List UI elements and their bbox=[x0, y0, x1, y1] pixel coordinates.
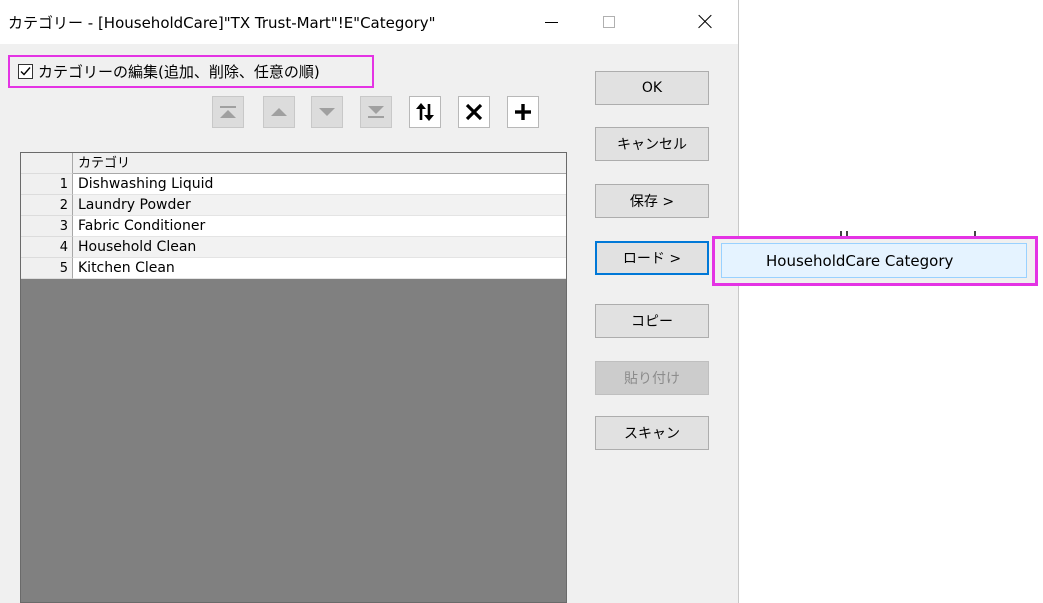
close-button[interactable] bbox=[676, 0, 734, 44]
add-icon bbox=[515, 104, 531, 120]
add-button[interactable] bbox=[507, 96, 539, 128]
copy-button[interactable]: コピー bbox=[595, 304, 709, 338]
close-icon bbox=[698, 15, 712, 29]
table-row[interactable]: 2 Laundry Powder bbox=[21, 195, 566, 216]
window-title: カテゴリー - [HouseholdCare]"TX Trust-Mart"!E… bbox=[8, 14, 436, 32]
load-button[interactable]: ロード > bbox=[595, 241, 709, 275]
edit-categories-checkbox[interactable]: カテゴリーの編集(追加、削除、任意の順) bbox=[8, 55, 374, 88]
move-up-icon bbox=[271, 108, 287, 116]
delete-button[interactable] bbox=[458, 96, 490, 128]
category-dialog: カテゴリー - [HouseholdCare]"TX Trust-Mart"!E… bbox=[0, 0, 739, 603]
move-to-bottom-button[interactable] bbox=[360, 96, 392, 128]
menu-item-householdcare-category[interactable]: HouseholdCare Category bbox=[721, 243, 1027, 278]
row-number[interactable]: 1 bbox=[21, 174, 73, 195]
paste-button: 貼り付け bbox=[595, 361, 709, 395]
minimize-icon bbox=[544, 21, 558, 23]
column-header-category[interactable]: カテゴリ bbox=[73, 153, 566, 174]
table-row[interactable]: 3 Fabric Conditioner bbox=[21, 216, 566, 237]
edit-categories-label: カテゴリーの編集(追加、削除、任意の順) bbox=[38, 63, 320, 81]
checkmark-icon bbox=[20, 67, 31, 76]
category-cell[interactable]: Laundry Powder bbox=[73, 195, 566, 216]
move-down-icon bbox=[319, 108, 335, 116]
category-cell[interactable]: Dishwashing Liquid bbox=[73, 174, 566, 195]
grid-corner[interactable] bbox=[21, 153, 73, 174]
table-row[interactable]: 4 Household Clean bbox=[21, 237, 566, 258]
category-cell[interactable]: Fabric Conditioner bbox=[73, 216, 566, 237]
sort-button[interactable] bbox=[409, 96, 441, 128]
move-down-button[interactable] bbox=[311, 96, 343, 128]
load-menu: HouseholdCare Category bbox=[712, 236, 1038, 286]
minimize-button[interactable] bbox=[522, 0, 580, 44]
checkbox-box[interactable] bbox=[18, 64, 33, 79]
grid-header-row: カテゴリ bbox=[21, 153, 566, 174]
row-number[interactable]: 2 bbox=[21, 195, 73, 216]
category-grid[interactable]: カテゴリ 1 Dishwashing Liquid 2 Laundry Powd… bbox=[20, 152, 567, 603]
row-number[interactable]: 5 bbox=[21, 258, 73, 279]
maximize-icon bbox=[603, 16, 615, 28]
maximize-button bbox=[580, 0, 638, 44]
save-button[interactable]: 保存 > bbox=[595, 184, 709, 218]
row-number[interactable]: 3 bbox=[21, 216, 73, 237]
table-row[interactable]: 1 Dishwashing Liquid bbox=[21, 174, 566, 195]
move-up-button[interactable] bbox=[263, 96, 295, 128]
move-to-bottom-icon bbox=[368, 106, 384, 118]
category-cell[interactable]: Household Clean bbox=[73, 237, 566, 258]
category-cell[interactable]: Kitchen Clean bbox=[73, 258, 566, 279]
cancel-button[interactable]: キャンセル bbox=[595, 127, 709, 161]
title-bar[interactable]: カテゴリー - [HouseholdCare]"TX Trust-Mart"!E… bbox=[0, 0, 738, 44]
table-row[interactable]: 5 Kitchen Clean bbox=[21, 258, 566, 279]
row-number[interactable]: 4 bbox=[21, 237, 73, 258]
ok-button[interactable]: OK bbox=[595, 71, 709, 105]
move-to-top-icon bbox=[220, 106, 236, 118]
scan-button[interactable]: スキャン bbox=[595, 416, 709, 450]
sort-icon bbox=[416, 103, 434, 121]
move-to-top-button[interactable] bbox=[212, 96, 244, 128]
delete-icon bbox=[465, 103, 483, 121]
